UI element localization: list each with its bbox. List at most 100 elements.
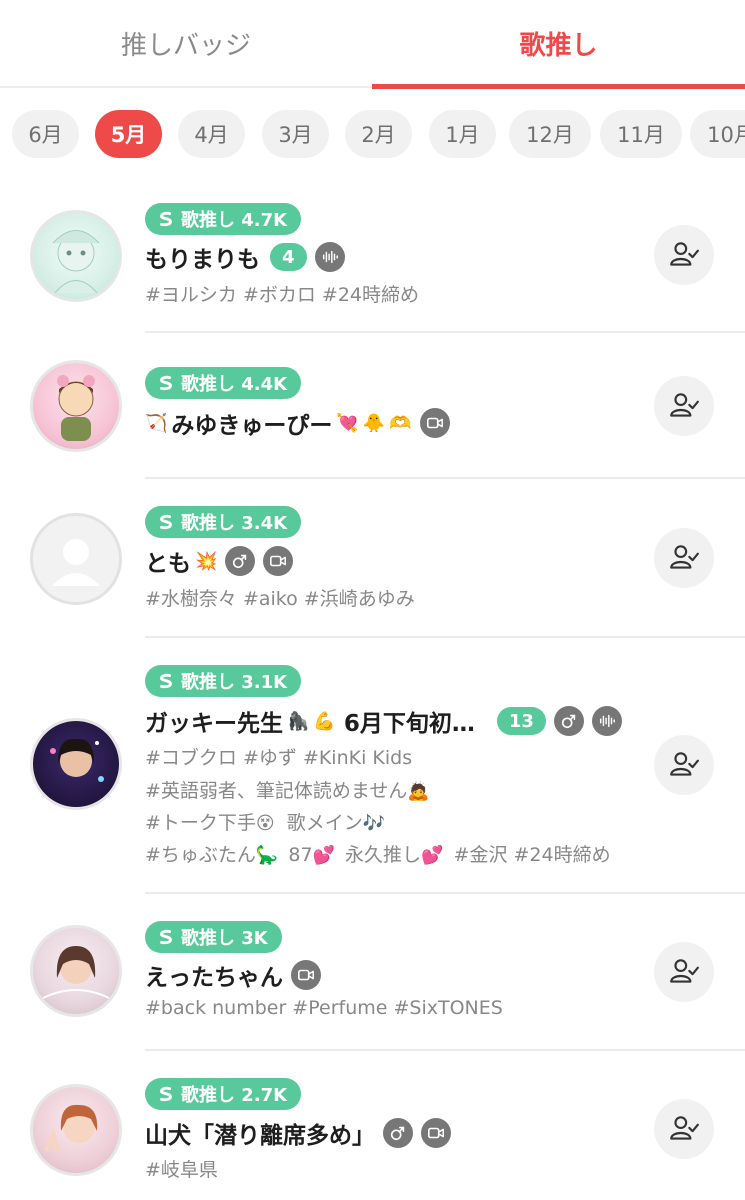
oshi-badge-label: 歌推し 3.4K xyxy=(181,513,288,534)
video-icon xyxy=(263,546,294,576)
month-filter: 6月 5月 4月 3月 2月 1月 12月 11月 10月 xyxy=(0,110,745,158)
person-placeholder-icon xyxy=(52,539,100,586)
oshi-badge: 歌推し 3K xyxy=(145,921,282,953)
avatar[interactable] xyxy=(30,1084,122,1176)
badge-logo-icon xyxy=(157,513,175,531)
bow-person-emoji-icon: 🙇 xyxy=(407,781,430,802)
user-name[interactable]: みゆきゅーぴー xyxy=(171,406,332,440)
oshi-badge: 歌推し 3.4K xyxy=(145,506,302,538)
bow-emoji-icon: 🏹 xyxy=(145,412,168,434)
tag-text: 永久推し xyxy=(345,844,422,866)
tag-text: 歌メイン xyxy=(286,812,363,834)
user-tags: #岐阜県 xyxy=(145,1159,218,1181)
user-name[interactable]: とも xyxy=(145,544,191,578)
person-check-icon xyxy=(668,542,700,574)
oshi-badge: 歌推し 3.1K xyxy=(145,665,302,697)
divider xyxy=(145,331,745,333)
divider xyxy=(145,477,745,479)
month-chip[interactable]: 2月 xyxy=(345,110,412,158)
person-check-icon xyxy=(668,239,700,271)
male-icon xyxy=(383,1118,413,1148)
divider xyxy=(145,1049,745,1051)
month-chip[interactable]: 12月 xyxy=(509,110,591,158)
person-check-icon xyxy=(668,1113,700,1145)
user-name[interactable]: もりまりも xyxy=(145,240,260,274)
video-icon xyxy=(291,960,321,990)
avatar[interactable] xyxy=(30,718,122,810)
follow-button[interactable] xyxy=(654,225,714,285)
video-icon xyxy=(419,408,450,438)
user-name-line: ガッキー先生 🦍 💪 6月下旬初… 13 xyxy=(145,704,622,738)
tag-text: 87 xyxy=(288,844,313,866)
tab-bar: 推しバッジ 歌推し xyxy=(0,0,745,89)
heart-hands-emoji-icon: 🫶 xyxy=(389,412,412,434)
oshi-badge-label: 歌推し 2.7K xyxy=(181,1085,288,1106)
month-chip[interactable]: 11月 xyxy=(600,110,682,158)
divider xyxy=(145,892,745,894)
person-check-icon xyxy=(668,390,700,422)
follow-button[interactable] xyxy=(654,735,714,795)
user-name-suffix: 6月下旬初… xyxy=(343,711,475,737)
month-chip[interactable]: 4月 xyxy=(178,110,245,158)
tab-oshi-badge[interactable]: 推しバッジ xyxy=(0,0,372,86)
user-name[interactable]: えったちゃん xyxy=(145,958,283,992)
two-hearts-emoji-icon: 💕 xyxy=(421,845,444,866)
follow-button[interactable] xyxy=(654,376,714,436)
active-tab-indicator xyxy=(372,84,745,89)
badge-logo-icon xyxy=(157,1085,175,1103)
avatar[interactable] xyxy=(30,210,122,302)
person-check-icon xyxy=(668,749,700,781)
heart-emoji-icon: 💘 xyxy=(336,412,359,434)
audio-wave-icon xyxy=(314,242,345,272)
tab-uta-oshi[interactable]: 歌推し xyxy=(372,0,745,86)
tag-text: #ちゅぶたん xyxy=(145,844,256,866)
tag-text: #トーク下手 xyxy=(145,812,256,834)
tag-text: #英語弱者、筆記体読めません xyxy=(145,780,408,802)
user-name[interactable]: ガッキー先生 xyxy=(145,704,283,738)
user-tags: #コブクロ #ゆず #KinKi Kids xyxy=(145,747,413,769)
oshi-badge: 歌推し 4.7K xyxy=(145,203,302,235)
month-chip-active[interactable]: 5月 xyxy=(95,110,162,158)
follow-button[interactable] xyxy=(654,942,714,1002)
oshi-badge-label: 歌推し 4.4K xyxy=(181,374,288,395)
dinosaur-emoji-icon: 🦕 xyxy=(255,845,279,866)
tag-text: #金沢 #24時締め xyxy=(453,844,611,866)
user-tags: #水樹奈々 #aiko #浜崎あゆみ xyxy=(145,588,415,610)
month-chip[interactable]: 1月 xyxy=(429,110,496,158)
follow-button[interactable] xyxy=(654,1099,714,1159)
user-name[interactable]: 山犬「潜り離席多め」 xyxy=(145,1116,375,1150)
count-pill: 4 xyxy=(270,243,307,271)
oshi-badge: 歌推し 2.7K xyxy=(145,1078,302,1110)
music-notes-emoji-icon: 🎶 xyxy=(362,813,386,834)
person-check-icon xyxy=(668,956,700,988)
male-icon xyxy=(553,706,584,736)
month-chip[interactable]: 10月 xyxy=(690,110,745,158)
user-name-line: とも 💥 xyxy=(145,544,294,578)
gorilla-emoji-icon: 🦍 xyxy=(287,710,310,732)
badge-logo-icon xyxy=(157,672,175,690)
badge-logo-icon xyxy=(157,928,175,946)
follow-button[interactable] xyxy=(654,528,714,588)
default-avatar[interactable] xyxy=(30,513,122,605)
user-tags-line: #トーク下手😵 歌メイン🎶 xyxy=(145,808,385,835)
user-name-line: えったちゃん xyxy=(145,958,321,992)
two-hearts-emoji-icon: 💕 xyxy=(312,845,335,866)
month-chip[interactable]: 3月 xyxy=(262,110,329,158)
user-tags: #ヨルシカ #ボカロ #24時締め xyxy=(145,284,420,306)
user-name-line: もりまりも 4 xyxy=(145,240,345,274)
badge-logo-icon xyxy=(157,374,175,392)
oshi-badge-label: 歌推し 3K xyxy=(181,928,268,949)
user-tags-line: #ちゅぶたん🦕 87💕 永久推し💕 #金沢 #24時締め xyxy=(145,840,611,867)
avatar[interactable] xyxy=(30,360,122,452)
audio-wave-icon xyxy=(591,706,622,736)
user-name-line: 山犬「潜り離席多め」 xyxy=(145,1116,451,1150)
user-name-line: 🏹 みゆきゅーぴー 💘 🐥 🫶 xyxy=(145,406,450,440)
chick-emoji-icon: 🐥 xyxy=(362,412,386,434)
video-icon xyxy=(421,1118,451,1148)
badge-logo-icon xyxy=(157,210,175,228)
divider xyxy=(145,636,745,638)
month-chip[interactable]: 6月 xyxy=(12,110,79,158)
user-tags-line: #英語弱者、筆記体読めません🙇 xyxy=(145,776,430,803)
avatar[interactable] xyxy=(30,925,122,1017)
oshi-badge-label: 歌推し 4.7K xyxy=(181,210,288,231)
